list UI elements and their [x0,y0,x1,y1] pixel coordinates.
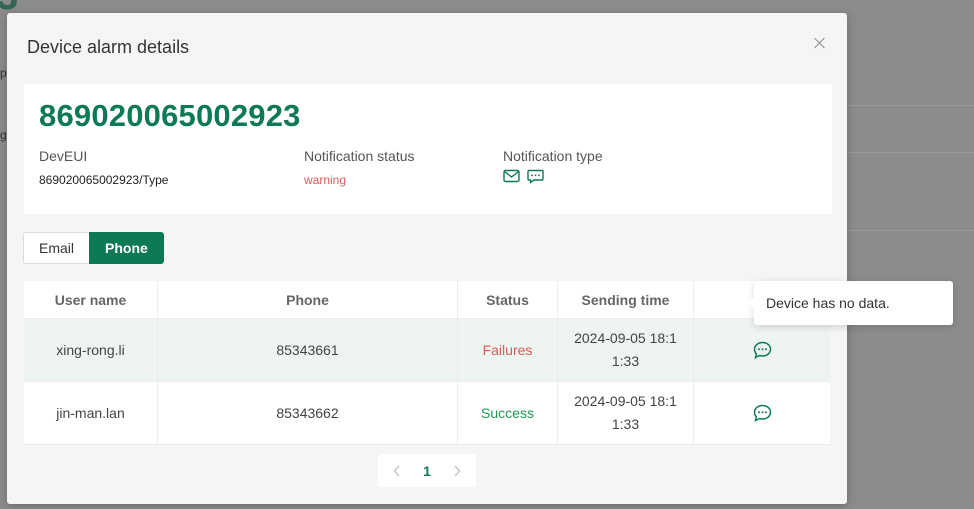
phone-cell: 85343662 [158,382,458,444]
operation-cell [694,319,830,381]
notification-type-icons [503,169,544,184]
notification-status-label: Notification status [304,148,415,164]
header-phone: Phone [158,281,458,318]
header-status: Status [458,281,558,318]
mail-icon [503,169,520,184]
table-row: xing-rong.li 85343661 Failures 2024-09-0… [24,319,830,382]
notification-table: User name Phone Status Sending time Op x… [24,281,830,445]
sending-time-line: 1:33 [611,416,640,432]
device-info-card: 869020065002923 DevEUI 869020065002923/T… [24,84,832,214]
sending-time-line: 1:33 [611,353,640,369]
sending-time-cell: 2024-09-05 18:1 1:33 [558,382,694,444]
page-number[interactable]: 1 [423,463,431,479]
tab-phone[interactable]: Phone [89,232,164,264]
background-text: g [0,128,7,142]
alarm-details-modal: Device alarm details 869020065002923 Dev… [7,13,847,504]
message-icon [527,169,544,184]
sending-time-line: 2024-09-05 18:1 [574,393,677,409]
message-icon[interactable] [753,341,772,359]
tab-email[interactable]: Email [23,232,90,264]
background-divider [846,152,974,153]
message-icon[interactable] [753,404,772,422]
modal-title: Device alarm details [27,37,190,57]
notification-type-label: Notification type [503,148,603,164]
user-name-cell: xing-rong.li [24,319,158,381]
deveui-label: DevEUI [39,148,88,164]
device-id: 869020065002923 [39,98,301,133]
operation-cell [694,382,830,444]
phone-cell: 85343661 [158,319,458,381]
table-row: jin-man.lan 85343662 Success 2024-09-05 … [24,382,830,445]
notification-tabs: Email Phone [23,232,164,264]
deveui-value: 869020065002923/Type [39,173,169,187]
chevron-left-icon[interactable] [390,464,404,478]
background-divider [846,105,974,106]
status-cell: Failures [458,319,558,381]
chevron-right-icon[interactable] [450,464,464,478]
table-header: User name Phone Status Sending time Op [24,281,830,319]
background-divider [846,230,974,231]
header-sending-time: Sending time [558,281,694,318]
pagination: 1 [378,454,476,487]
status-cell: Success [458,382,558,444]
close-icon[interactable] [811,35,829,53]
sending-time-cell: 2024-09-05 18:1 1:33 [558,319,694,381]
notification-status-value: warning [304,173,347,187]
tooltip: Device has no data. [748,281,953,325]
header-user-name: User name [24,281,158,318]
sending-time-line: 2024-09-05 18:1 [574,330,677,346]
background-text: p [0,66,7,80]
user-name-cell: jin-man.lan [24,382,158,444]
